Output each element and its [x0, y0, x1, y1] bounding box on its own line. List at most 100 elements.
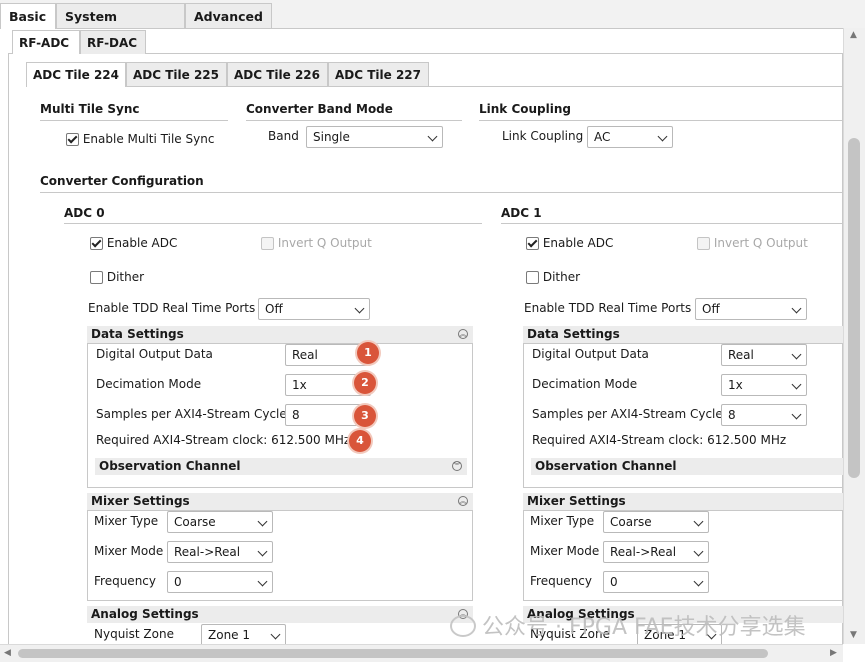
chevron-down-icon	[693, 576, 704, 587]
adc1-data-settings-header[interactable]: Data Settings	[523, 326, 843, 343]
adc0-nyquist-select[interactable]: Zone 1	[201, 624, 286, 646]
horizontal-scrollbar[interactable]: ◀ ▶	[0, 644, 843, 662]
link-coupling-select[interactable]: AC	[587, 126, 673, 148]
adc0-tdd-select[interactable]: Off	[258, 298, 370, 320]
adc1-digital-output-select[interactable]: Real	[721, 344, 807, 366]
tab-adc-tile-225[interactable]: ADC Tile 225	[126, 62, 227, 86]
tab-advanced[interactable]: Advanced	[185, 3, 272, 28]
adc1-decimation-select[interactable]: 1x	[721, 374, 807, 396]
adc0-tdd-value: Off	[265, 302, 283, 316]
vertical-scroll-thumb[interactable]	[848, 138, 860, 478]
band-select[interactable]: Single	[306, 126, 443, 148]
adc1-digital-output-label: Digital Output Data	[532, 347, 649, 361]
tab-basic[interactable]: Basic	[0, 3, 56, 29]
tab-adc-tile-224[interactable]: ADC Tile 224	[26, 62, 126, 87]
enable-multi-tile-sync-label: Enable Multi Tile Sync	[82, 132, 215, 146]
enable-multi-tile-sync-checkbox[interactable]	[66, 133, 79, 146]
adc0-frequency-select[interactable]: 0	[167, 571, 273, 593]
vertical-scrollbar[interactable]: ▲ ▼	[843, 28, 865, 644]
adc1-data-settings-title: Data Settings	[527, 327, 620, 341]
divider	[246, 120, 462, 121]
chevron-down-icon	[791, 409, 802, 420]
adc1-invert-q-label: Invert Q Output	[713, 236, 808, 250]
chevron-down-icon	[427, 131, 438, 142]
chevron-down-icon	[354, 303, 365, 314]
adc1-mixer-type-select[interactable]: Coarse	[603, 511, 709, 533]
scroll-left-icon[interactable]: ◀	[4, 648, 11, 658]
tile-tab-bar: ADC Tile 224 ADC Tile 225 ADC Tile 226 A…	[26, 61, 843, 87]
adc1-tdd-select[interactable]: Off	[695, 298, 807, 320]
sub-tab-bar: RF-ADC RF-DAC	[8, 28, 843, 54]
adc1-mixer-mode-select[interactable]: Real->Real	[603, 541, 709, 563]
adc0-mixer-settings-header[interactable]: Mixer Settings	[87, 493, 473, 510]
adc0-enable-adc[interactable]: Enable ADC	[90, 236, 177, 250]
adc1-mixer-type-value: Coarse	[610, 515, 652, 529]
callout-badge-3: 3	[354, 405, 376, 427]
adc0-invert-q-label: Invert Q Output	[277, 236, 372, 250]
adc1-dither[interactable]: Dither	[526, 270, 580, 284]
adc1-invert-q[interactable]: Invert Q Output	[697, 236, 808, 250]
enable-multi-tile-sync[interactable]: Enable Multi Tile Sync	[66, 132, 214, 146]
adc1-enable-adc[interactable]: Enable ADC	[526, 236, 613, 250]
adc0-mixer-type-label: Mixer Type	[94, 514, 159, 528]
adc0-mixer-settings-title: Mixer Settings	[91, 494, 190, 508]
adc1-observation-channel-header[interactable]: Observation Channel	[531, 458, 843, 475]
adc0-dither[interactable]: Dither	[90, 270, 144, 284]
adc1-frequency-value: 0	[610, 575, 618, 589]
chevron-down-icon	[257, 516, 268, 527]
scroll-down-icon[interactable]: ▼	[850, 630, 857, 640]
link-coupling-title: Link Coupling	[479, 102, 572, 116]
adc0-observation-channel-header[interactable]: Observation Channel	[95, 458, 467, 475]
adc0-invert-q-checkbox[interactable]	[261, 237, 274, 250]
adc1-frequency-select[interactable]: 0	[603, 571, 709, 593]
adc1-tdd-value: Off	[702, 302, 720, 316]
adc0-enable-adc-checkbox[interactable]	[90, 237, 103, 250]
collapse-up-icon[interactable]: ︽	[458, 329, 468, 339]
adc0-tdd-label: Enable TDD Real Time Ports	[88, 301, 256, 315]
tab-adc-tile-226[interactable]: ADC Tile 226	[227, 62, 328, 86]
adc1-dither-checkbox[interactable]	[526, 271, 539, 284]
scroll-up-icon[interactable]: ▲	[850, 30, 857, 40]
adc1-invert-q-checkbox[interactable]	[697, 237, 710, 250]
adc1-samples-select[interactable]: 8	[721, 404, 807, 426]
adc0-data-settings-header[interactable]: Data Settings	[87, 326, 473, 343]
adc0-mixer-type-select[interactable]: Coarse	[167, 511, 273, 533]
adc1-samples-value: 8	[728, 408, 736, 422]
adc1-mixer-settings-title: Mixer Settings	[527, 494, 626, 508]
adc1-mixer-type-label: Mixer Type	[530, 514, 595, 528]
horizontal-scroll-thumb[interactable]	[18, 649, 768, 658]
adc0-decimation-value: 1x	[292, 378, 307, 392]
adc0-digital-output-label: Digital Output Data	[96, 347, 213, 361]
adc1-enable-adc-checkbox[interactable]	[526, 237, 539, 250]
collapse-up-icon[interactable]: ︽	[458, 496, 468, 506]
tab-adc-tile-227[interactable]: ADC Tile 227	[328, 62, 429, 86]
adc0-enable-adc-label: Enable ADC	[106, 236, 178, 250]
multi-tile-sync-title: Multi Tile Sync	[40, 102, 140, 116]
tab-system-clocking[interactable]: System Clocking	[56, 3, 185, 49]
tab-rf-adc[interactable]: RF-ADC	[12, 30, 80, 54]
adc1-enable-adc-label: Enable ADC	[542, 236, 614, 250]
adc0-dither-checkbox[interactable]	[90, 271, 103, 284]
chevron-down-icon	[693, 546, 704, 557]
adc1-required-clock: Required AXI4-Stream clock: 612.500 MHz	[532, 433, 787, 447]
callout-badge-4: 4	[349, 430, 371, 452]
adc1-decimation-value: 1x	[728, 378, 743, 392]
adc1-mixer-settings-header[interactable]: Mixer Settings	[523, 493, 843, 510]
adc0-required-clock: Required AXI4-Stream clock: 612.500 MHz	[96, 433, 351, 447]
chevron-down-icon	[270, 629, 281, 640]
adc0-frequency-value: 0	[174, 575, 182, 589]
expand-down-icon[interactable]: ︾	[452, 461, 462, 471]
watermark-text: 公众号 · FPGA FAE技术分享选集	[482, 615, 806, 640]
adc1-tdd-label: Enable TDD Real Time Ports	[524, 301, 692, 315]
callout-badge-1: 1	[357, 342, 379, 364]
adc1-samples-label: Samples per AXI4-Stream Cycle	[532, 407, 723, 421]
tab-rf-dac[interactable]: RF-DAC	[80, 30, 146, 54]
adc0-analog-settings-header[interactable]: Analog Settings	[87, 606, 473, 623]
adc0-title: ADC 0	[64, 206, 105, 220]
scroll-right-icon[interactable]: ▶	[830, 648, 837, 658]
adc0-samples-label: Samples per AXI4-Stream Cycle	[96, 407, 287, 421]
adc1-title: ADC 1	[501, 206, 542, 220]
adc0-mixer-mode-select[interactable]: Real->Real	[167, 541, 273, 563]
adc1-dither-label: Dither	[542, 270, 581, 284]
adc0-invert-q[interactable]: Invert Q Output	[261, 236, 372, 250]
